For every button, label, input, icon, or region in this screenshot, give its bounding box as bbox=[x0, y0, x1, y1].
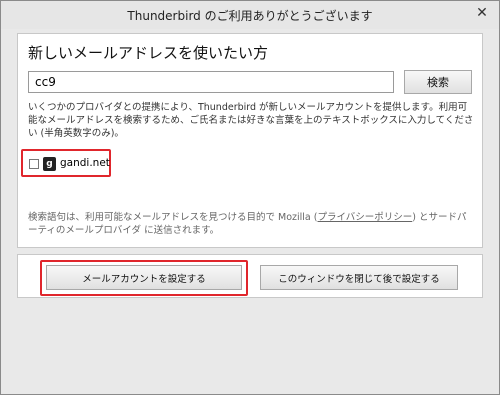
section-heading: 新しいメールアドレスを使いたい方 bbox=[28, 44, 269, 62]
address-search-input[interactable] bbox=[28, 71, 394, 93]
close-icon[interactable]: ✕ bbox=[471, 3, 493, 23]
new-address-panel: 新しいメールアドレスを使いたい方 検索 いくつかのプロバイダとの提携により、Th… bbox=[17, 33, 483, 248]
privacy-note-before: 検索語句は、利用可能なメールアドレスを見つける目的で Mozilla ( bbox=[28, 212, 318, 223]
title-bar: Thunderbird のご利用ありがとうございます ✕ bbox=[1, 1, 499, 29]
info-text: いくつかのプロバイダとの提携により、Thunderbird が新しいメールアカウ… bbox=[28, 102, 474, 139]
provider-checkbox[interactable] bbox=[29, 159, 39, 169]
privacy-note: 検索語句は、利用可能なメールアドレスを見つける目的で Mozilla (プライバ… bbox=[28, 211, 476, 237]
welcome-dialog: Thunderbird のご利用ありがとうございます ✕ 新しいメールアドレスを… bbox=[0, 0, 500, 395]
setup-account-button[interactable]: メールアカウントを設定する bbox=[46, 265, 242, 290]
action-panel: メールアカウントを設定する このウィンドウを閉じて後で設定する bbox=[17, 254, 483, 298]
provider-name: gandi.net bbox=[60, 157, 110, 169]
setup-highlight: メールアカウントを設定する bbox=[40, 260, 248, 296]
provider-option-gandi[interactable]: g gandi.net bbox=[21, 149, 111, 177]
window-title: Thunderbird のご利用ありがとうございます bbox=[127, 9, 373, 23]
close-and-later-button[interactable]: このウィンドウを閉じて後で設定する bbox=[260, 265, 458, 290]
privacy-policy-link[interactable]: プライバシーポリシー bbox=[317, 212, 412, 223]
search-button[interactable]: 検索 bbox=[404, 70, 472, 94]
gandi-logo-icon: g bbox=[43, 157, 56, 171]
